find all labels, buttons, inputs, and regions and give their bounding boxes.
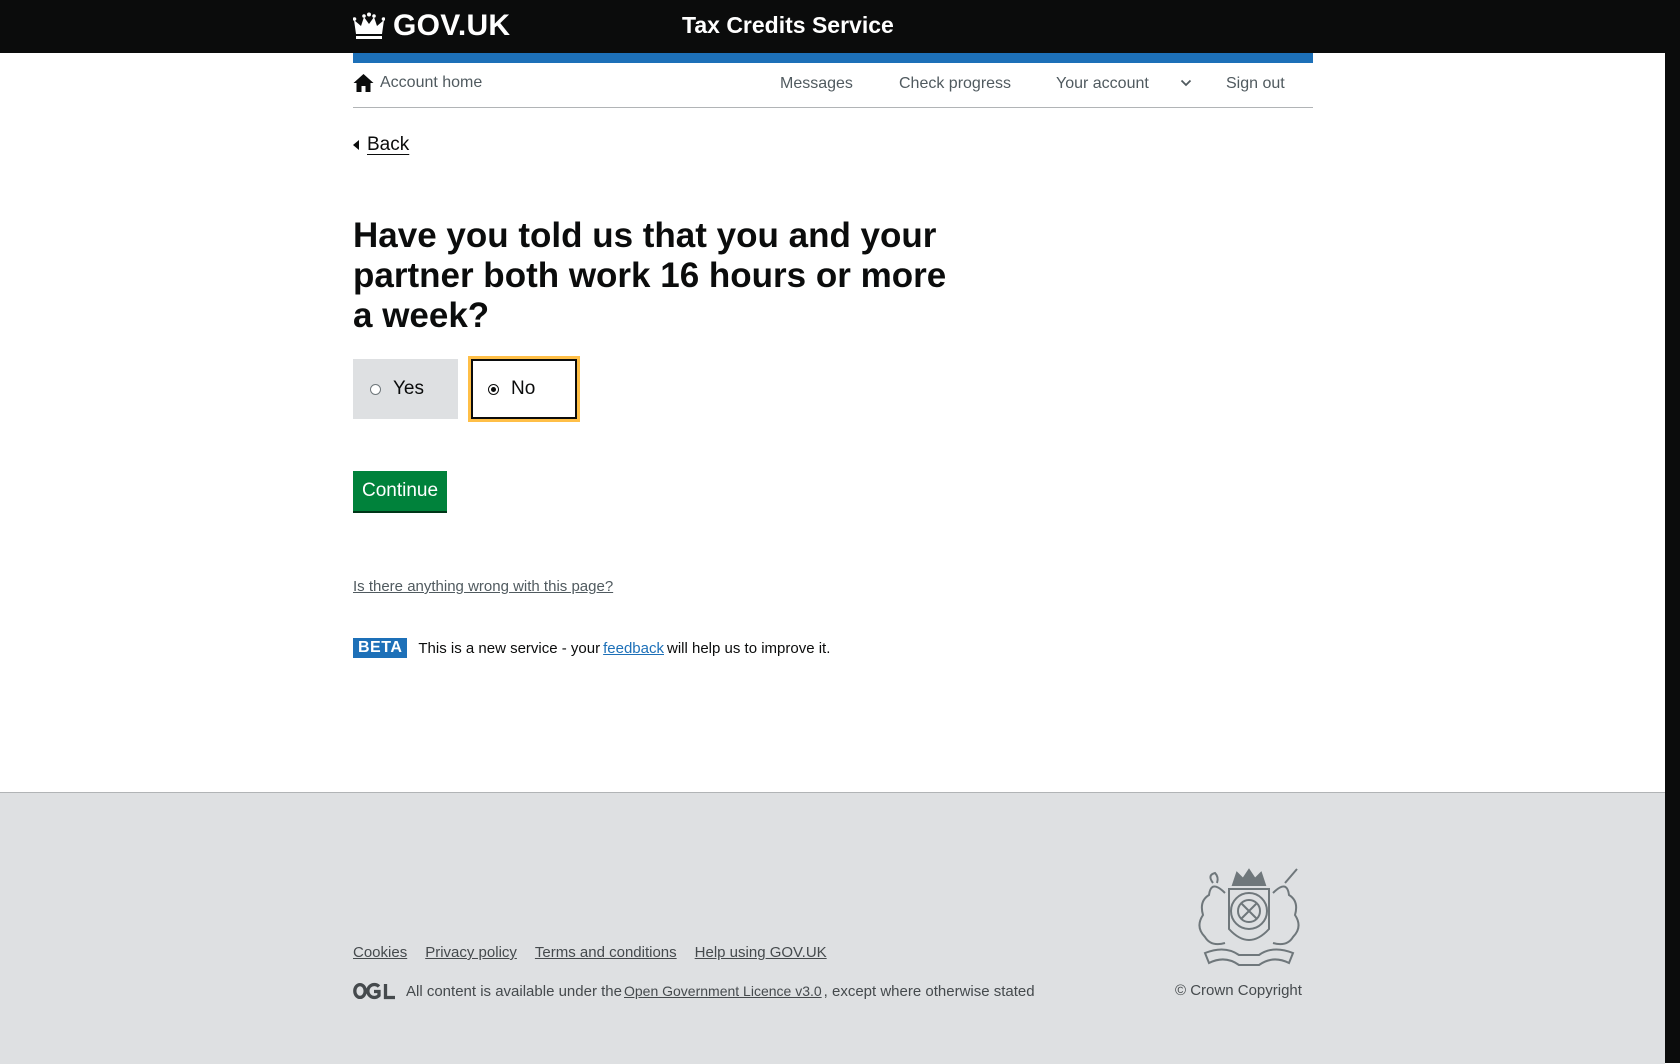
radio-no-label: No bbox=[511, 378, 536, 399]
account-home-label: Account home bbox=[380, 74, 483, 91]
footer-link-cookies[interactable]: Cookies bbox=[353, 944, 407, 961]
licence-text-after: , except where otherwise stated bbox=[823, 982, 1035, 1000]
radio-yes-label: Yes bbox=[393, 378, 424, 399]
beta-text-after: will help us to improve it. bbox=[667, 639, 831, 657]
nav-check-progress[interactable]: Check progress bbox=[899, 75, 1011, 93]
crown-icon bbox=[353, 12, 385, 39]
nav-messages[interactable]: Messages bbox=[780, 75, 853, 93]
govuk-logo-link[interactable]: GOV.UK bbox=[353, 9, 510, 43]
site-footer: Cookies Privacy policy Terms and conditi… bbox=[0, 792, 1665, 1064]
crown-copyright-crest-link[interactable] bbox=[1185, 867, 1313, 976]
ogl-logo-icon bbox=[353, 982, 395, 1000]
account-home-link[interactable]: Account home bbox=[353, 73, 482, 93]
back-arrow-icon bbox=[353, 140, 359, 150]
page-heading: Have you told us that you and your partn… bbox=[353, 216, 947, 335]
radio-yes-circle[interactable] bbox=[370, 383, 381, 395]
licence-text-before: All content is available under the bbox=[406, 982, 622, 1000]
header-blue-bar bbox=[353, 53, 1313, 63]
account-nav: Account home Messages Check progress You… bbox=[353, 63, 1313, 108]
beta-banner: BETA This is a new service - your feedba… bbox=[353, 638, 830, 658]
logo-text: GOV.UK bbox=[393, 9, 511, 42]
footer-links: Cookies Privacy policy Terms and conditi… bbox=[353, 944, 845, 961]
back-label: Back bbox=[367, 134, 410, 155]
footer-link-help[interactable]: Help using GOV.UK bbox=[695, 944, 827, 961]
feedback-link[interactable]: feedback bbox=[603, 640, 664, 657]
radio-option-no[interactable]: No bbox=[468, 356, 580, 422]
footer-link-privacy[interactable]: Privacy policy bbox=[425, 944, 517, 961]
chevron-down-icon[interactable] bbox=[1180, 79, 1192, 87]
window-edge bbox=[1665, 0, 1680, 1063]
page: GOV.UK Tax Credits Service Account home … bbox=[0, 0, 1665, 1064]
radio-no-circle[interactable] bbox=[488, 383, 499, 395]
ogl-licence-link[interactable]: Open Government Licence v3.0 bbox=[624, 983, 822, 999]
licence-statement: All content is available under the Open … bbox=[353, 982, 1035, 1000]
beta-text-before: This is a new service - your bbox=[418, 639, 601, 657]
crown-copyright-text: © Crown Copyright bbox=[1175, 982, 1302, 999]
report-problem-link[interactable]: Is there anything wrong with this page? bbox=[353, 578, 613, 595]
continue-button[interactable]: Continue bbox=[353, 471, 447, 511]
home-icon bbox=[353, 74, 374, 92]
radio-option-yes[interactable]: Yes bbox=[353, 359, 458, 419]
beta-tag: BETA bbox=[353, 638, 408, 658]
footer-link-terms[interactable]: Terms and conditions bbox=[535, 944, 677, 961]
site-header: GOV.UK Tax Credits Service bbox=[0, 0, 1665, 53]
service-name-link[interactable]: Tax Credits Service bbox=[682, 12, 894, 39]
nav-your-account[interactable]: Your account bbox=[1056, 75, 1149, 93]
royal-crest-icon bbox=[1198, 868, 1300, 966]
nav-sign-out[interactable]: Sign out bbox=[1226, 75, 1285, 93]
back-link[interactable]: Back bbox=[353, 134, 409, 156]
